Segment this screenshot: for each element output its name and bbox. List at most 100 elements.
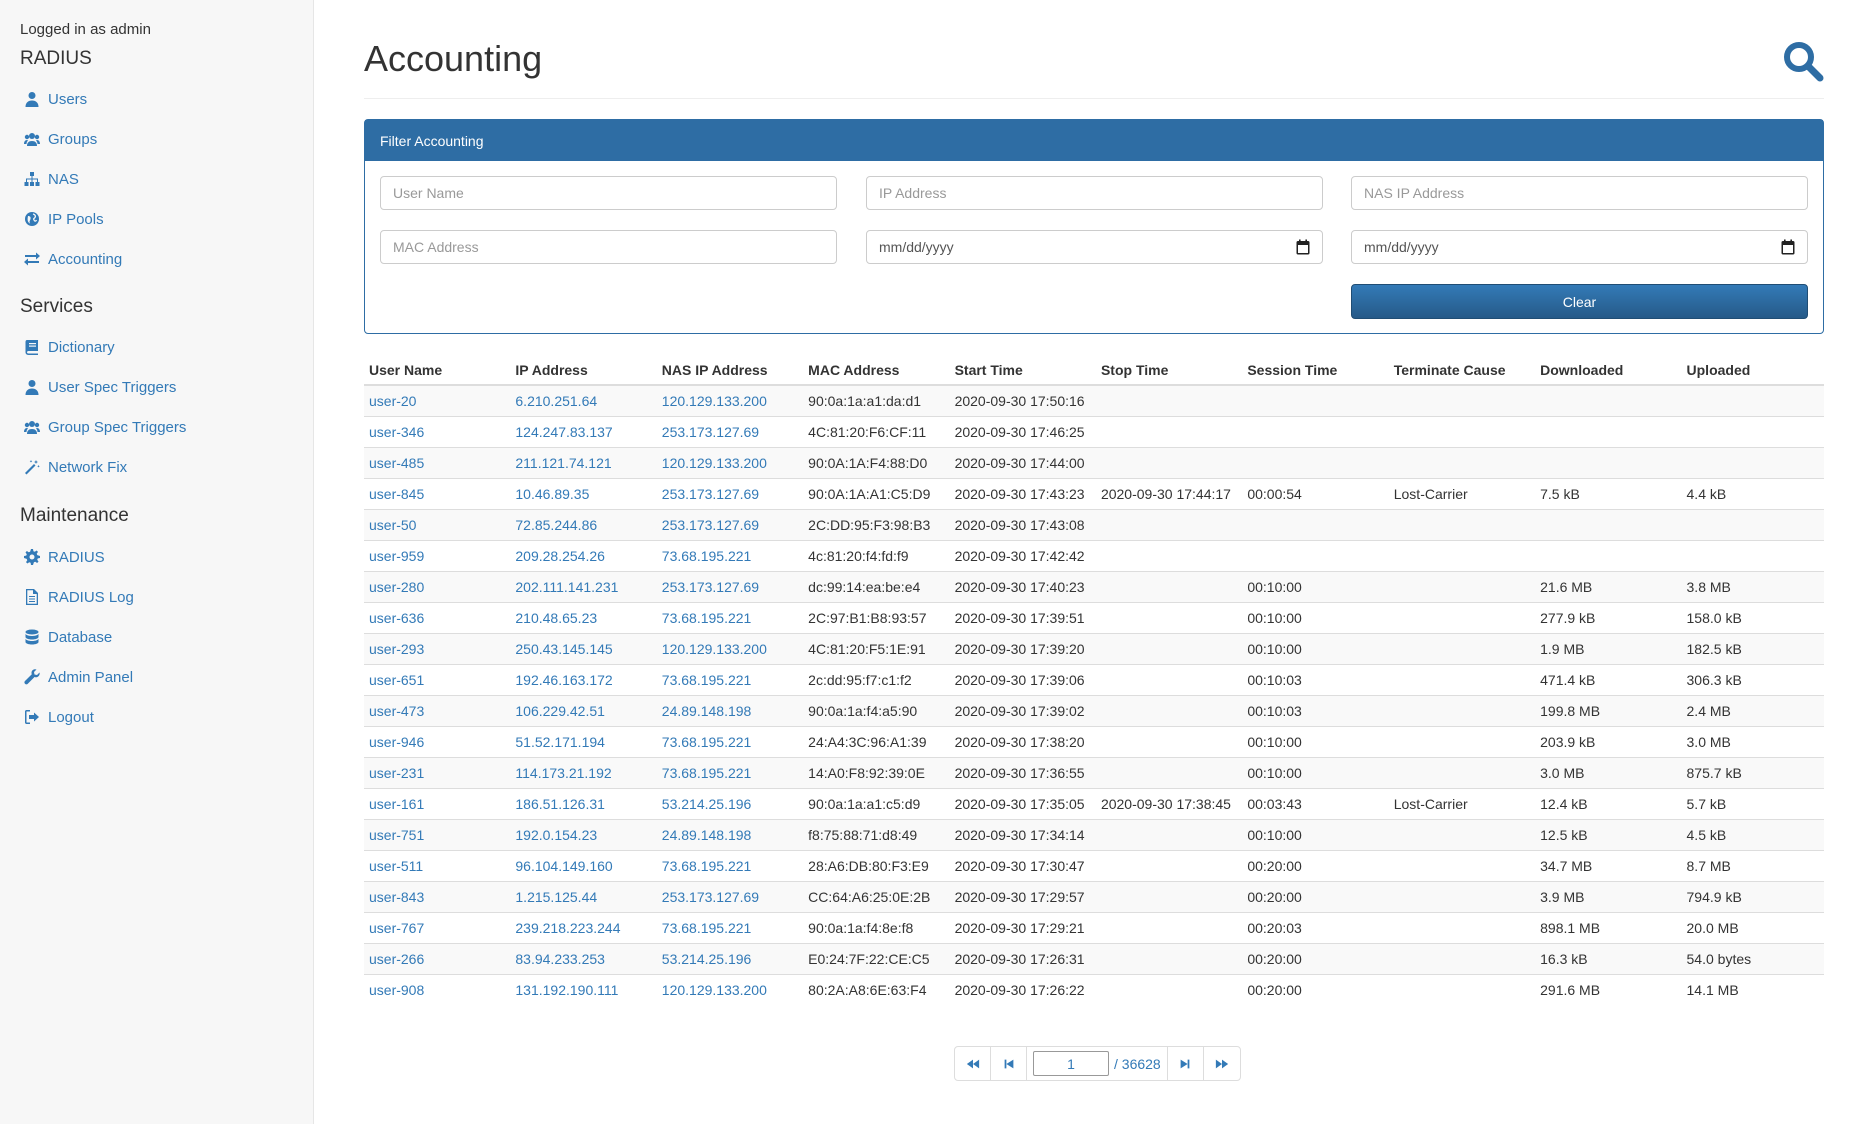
column-header[interactable]: Terminate Cause (1388, 354, 1536, 386)
nas-ip-address-link[interactable]: 120.129.133.200 (662, 982, 767, 998)
ip-address-field[interactable] (866, 176, 1323, 210)
sidebar-item-accounting[interactable]: Accounting (23, 247, 122, 271)
clear-button[interactable]: Clear (1351, 284, 1808, 319)
sidebar-item-nas[interactable]: NAS (23, 167, 79, 191)
table-row[interactable]: user-280 202.111.141.231 253.173.127.69 dc:… (364, 570, 1824, 602)
nas-ip-address-link[interactable]: 73.68.195.221 (662, 610, 752, 626)
user-name-link[interactable]: user-266 (369, 951, 424, 967)
user-name-input[interactable] (393, 185, 824, 201)
user-name-link[interactable]: user-280 (369, 579, 424, 595)
table-row[interactable]: user-946 51.52.171.194 73.68.195.221 24:A4:… (364, 725, 1824, 757)
ip-address-link[interactable]: 124.247.83.137 (515, 424, 612, 440)
nas-ip-address-link[interactable]: 53.214.25.196 (662, 951, 752, 967)
ip-address-link[interactable]: 10.46.89.35 (515, 486, 589, 502)
ip-address-link[interactable]: 1.215.125.44 (515, 889, 597, 905)
table-row[interactable]: user-845 10.46.89.35 253.173.127.69 90:0A:1… (364, 477, 1824, 509)
ip-address-link[interactable]: 114.173.21.192 (515, 765, 611, 781)
user-name-link[interactable]: user-161 (369, 796, 424, 812)
page-number-input[interactable] (1033, 1051, 1109, 1076)
column-header[interactable]: Stop Time (1095, 354, 1243, 386)
column-header[interactable]: Downloaded (1535, 354, 1682, 386)
nas-ip-address-link[interactable]: 73.68.195.221 (662, 920, 752, 936)
table-row[interactable]: user-50 72.85.244.86 253.173.127.69 2C:DD:9… (364, 508, 1824, 540)
ip-address-link[interactable]: 51.52.171.194 (515, 734, 605, 750)
nas-ip-address-link[interactable]: 53.214.25.196 (662, 796, 752, 812)
user-name-link[interactable]: user-767 (369, 920, 424, 936)
nas-ip-address-link[interactable]: 73.68.195.221 (662, 765, 752, 781)
calendar-icon[interactable] (1781, 239, 1795, 255)
user-name-link[interactable]: user-50 (369, 517, 416, 533)
table-row[interactable]: user-908 131.192.190.111 120.129.133.200 80… (364, 973, 1824, 1005)
nas-ip-address-link[interactable]: 24.89.148.198 (662, 703, 752, 719)
column-header[interactable]: MAC Address (803, 354, 950, 386)
table-row[interactable]: user-751 192.0.154.23 24.89.148.198 f8:75:8… (364, 818, 1824, 850)
nas-ip-address-link[interactable]: 253.173.127.69 (662, 889, 759, 905)
nas-ip-address-link[interactable]: 73.68.195.221 (662, 734, 752, 750)
user-name-link[interactable]: user-636 (369, 610, 424, 626)
ip-address-link[interactable]: 6.210.251.64 (515, 393, 597, 409)
mac-address-field[interactable] (380, 230, 837, 264)
user-name-link[interactable]: user-473 (369, 703, 424, 719)
ip-address-link[interactable]: 250.43.145.145 (515, 641, 612, 657)
table-row[interactable]: user-843 1.215.125.44 253.173.127.69 CC:64:… (364, 880, 1824, 912)
table-row[interactable]: user-485 211.121.74.121 120.129.133.200 90:… (364, 446, 1824, 478)
nas-ip-address-link[interactable]: 73.68.195.221 (662, 858, 752, 874)
user-name-link[interactable]: user-346 (369, 424, 424, 440)
nas-ip-address-link[interactable]: 120.129.133.200 (662, 641, 767, 657)
sidebar-item-users[interactable]: Users (23, 87, 87, 111)
user-name-link[interactable]: user-946 (369, 734, 424, 750)
ip-address-link[interactable]: 210.48.65.23 (515, 610, 597, 626)
ip-address-link[interactable]: 72.85.244.86 (515, 517, 597, 533)
table-row[interactable]: user-293 250.43.145.145 120.129.133.200 4C:… (364, 632, 1824, 664)
ip-address-input[interactable] (879, 185, 1310, 201)
table-row[interactable]: user-511 96.104.149.160 73.68.195.221 28:A6… (364, 849, 1824, 881)
column-header[interactable]: NAS IP Address (656, 354, 804, 386)
table-row[interactable]: user-959 209.28.254.26 73.68.195.221 4c:81:… (364, 539, 1824, 571)
table-row[interactable]: user-636 210.48.65.23 73.68.195.221 2C:97:B… (364, 601, 1824, 633)
ip-address-link[interactable]: 106.229.42.51 (515, 703, 605, 719)
nas-ip-address-link[interactable]: 24.89.148.198 (662, 827, 752, 843)
ip-address-link[interactable]: 192.46.163.172 (515, 672, 612, 688)
sidebar-item-radius[interactable]: RADIUS (23, 545, 105, 569)
next-page-button[interactable] (1168, 1047, 1204, 1080)
sidebar-item-user-spec-triggers[interactable]: User Spec Triggers (23, 375, 176, 399)
calendar-icon[interactable] (1296, 239, 1310, 255)
ip-address-link[interactable]: 239.218.223.244 (515, 920, 620, 936)
search-button[interactable] (1782, 40, 1826, 84)
user-name-link[interactable]: user-20 (369, 393, 416, 409)
column-header[interactable]: Start Time (949, 354, 1096, 386)
ip-address-link[interactable]: 83.94.233.253 (515, 951, 605, 967)
nas-ip-address-field[interactable] (1351, 176, 1808, 210)
user-name-field[interactable] (380, 176, 837, 210)
ip-address-link[interactable]: 96.104.149.160 (515, 858, 612, 874)
ip-address-link[interactable]: 192.0.154.23 (515, 827, 597, 843)
user-name-link[interactable]: user-845 (369, 486, 424, 502)
sidebar-item-group-spec-triggers[interactable]: Group Spec Triggers (23, 415, 186, 439)
start-date-field[interactable]: mm/dd/yyyy (866, 230, 1323, 264)
user-name-link[interactable]: user-293 (369, 641, 424, 657)
nas-ip-address-link[interactable]: 73.68.195.221 (662, 672, 752, 688)
first-page-button[interactable] (955, 1047, 991, 1080)
ip-address-link[interactable]: 186.51.126.31 (515, 796, 605, 812)
nas-ip-address-input[interactable] (1364, 185, 1795, 201)
column-header[interactable]: User Name (364, 354, 511, 386)
user-name-link[interactable]: user-231 (369, 765, 424, 781)
sidebar-item-logout[interactable]: Logout (23, 705, 94, 729)
ip-address-link[interactable]: 209.28.254.26 (515, 548, 605, 564)
ip-address-link[interactable]: 211.121.74.121 (515, 455, 611, 471)
table-row[interactable]: user-20 6.210.251.64 120.129.133.200 90:0a:… (364, 384, 1824, 416)
column-header[interactable]: IP Address (510, 354, 657, 386)
previous-page-button[interactable] (991, 1047, 1027, 1080)
nas-ip-address-link[interactable]: 253.173.127.69 (662, 424, 759, 440)
table-row[interactable]: user-161 186.51.126.31 53.214.25.196 90:0a:… (364, 787, 1824, 819)
sidebar-item-radius-log[interactable]: RADIUS Log (23, 585, 134, 609)
mac-address-input[interactable] (393, 239, 824, 255)
user-name-link[interactable]: user-651 (369, 672, 424, 688)
nas-ip-address-link[interactable]: 253.173.127.69 (662, 517, 759, 533)
last-page-button[interactable] (1204, 1047, 1240, 1080)
nas-ip-address-link[interactable]: 73.68.195.221 (662, 548, 752, 564)
nas-ip-address-link[interactable]: 120.129.133.200 (662, 393, 767, 409)
column-header[interactable]: Uploaded (1681, 354, 1824, 386)
table-row[interactable]: user-473 106.229.42.51 24.89.148.198 90:0a:… (364, 694, 1824, 726)
sidebar-item-network-fix[interactable]: Network Fix (23, 455, 127, 479)
